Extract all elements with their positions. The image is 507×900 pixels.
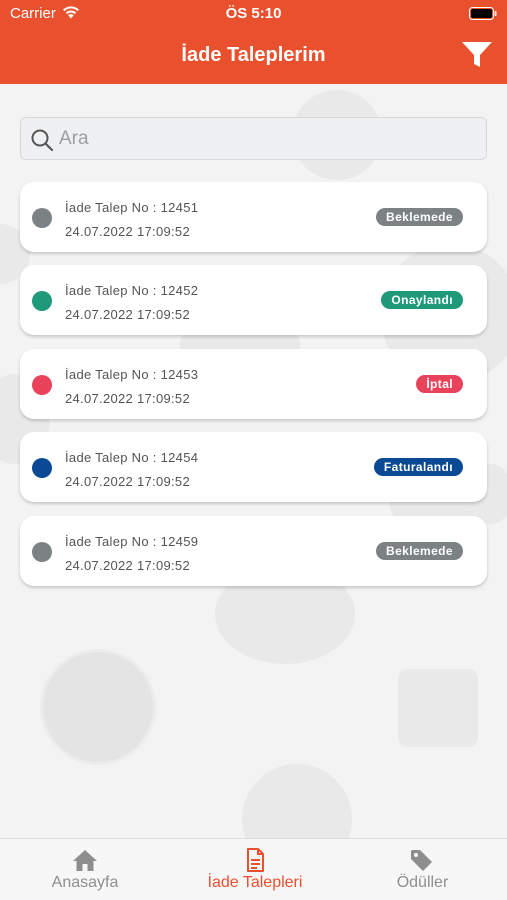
request-date: 24.07.2022 17:09:52 bbox=[65, 391, 190, 406]
filter-icon[interactable] bbox=[461, 40, 493, 70]
tab-return-requests[interactable]: İade Talepleri bbox=[190, 839, 320, 900]
status-badge: Onaylandı bbox=[381, 291, 463, 309]
status-badge: Faturalandı bbox=[373, 458, 463, 476]
list-item[interactable]: İade Talep No : 12452 24.07.2022 17:09:5… bbox=[20, 265, 487, 335]
document-icon bbox=[247, 848, 264, 872]
request-number: İade Talep No : 12454 bbox=[65, 450, 199, 465]
status-time: ÖS 5:10 bbox=[225, 5, 282, 22]
tag-icon bbox=[411, 850, 432, 871]
request-number: İade Talep No : 12451 bbox=[65, 200, 199, 215]
app-header: Carrier ÖS 5:10 İade Taleplerim bbox=[0, 0, 507, 84]
tab-label: Anasayfa bbox=[51, 874, 119, 891]
list-item[interactable]: İade Talep No : 12453 24.07.2022 17:09:5… bbox=[20, 349, 487, 419]
request-date: 24.07.2022 17:09:52 bbox=[65, 558, 190, 573]
list-item[interactable]: İade Talep No : 12451 24.07.2022 17:09:5… bbox=[20, 182, 487, 252]
search-icon bbox=[31, 129, 54, 152]
search-bar[interactable] bbox=[20, 117, 487, 160]
status-badge: İptal bbox=[416, 375, 463, 393]
tab-bar: Anasayfa İade Talepleri Ödüller bbox=[0, 838, 507, 900]
status-dot bbox=[32, 291, 52, 311]
status-dot bbox=[32, 208, 52, 228]
status-dot bbox=[32, 458, 52, 478]
list-item[interactable]: İade Talep No : 12454 24.07.2022 17:09:5… bbox=[20, 432, 487, 502]
home-icon bbox=[73, 850, 97, 871]
status-dot bbox=[32, 375, 52, 395]
tab-home[interactable]: Anasayfa bbox=[30, 839, 140, 900]
request-number: İade Talep No : 12453 bbox=[65, 367, 199, 382]
status-badge: Beklemede bbox=[376, 208, 463, 226]
status-bar: Carrier ÖS 5:10 bbox=[0, 0, 507, 28]
tab-label: Ödüller bbox=[396, 874, 449, 891]
list-item[interactable]: İade Talep No : 12459 24.07.2022 17:09:5… bbox=[20, 516, 487, 586]
status-badge: Beklemede bbox=[376, 542, 463, 560]
request-date: 24.07.2022 17:09:52 bbox=[65, 224, 190, 239]
search-input[interactable] bbox=[59, 122, 479, 156]
request-number: İade Talep No : 12459 bbox=[65, 534, 199, 549]
tab-label: İade Talepleri bbox=[207, 874, 303, 891]
page-title: İade Taleplerim bbox=[181, 44, 326, 66]
request-date: 24.07.2022 17:09:52 bbox=[65, 307, 190, 322]
battery-icon bbox=[469, 7, 497, 20]
status-dot bbox=[32, 542, 52, 562]
tab-rewards[interactable]: Ödüller bbox=[375, 839, 470, 900]
request-date: 24.07.2022 17:09:52 bbox=[65, 474, 190, 489]
request-number: İade Talep No : 12452 bbox=[65, 283, 199, 298]
